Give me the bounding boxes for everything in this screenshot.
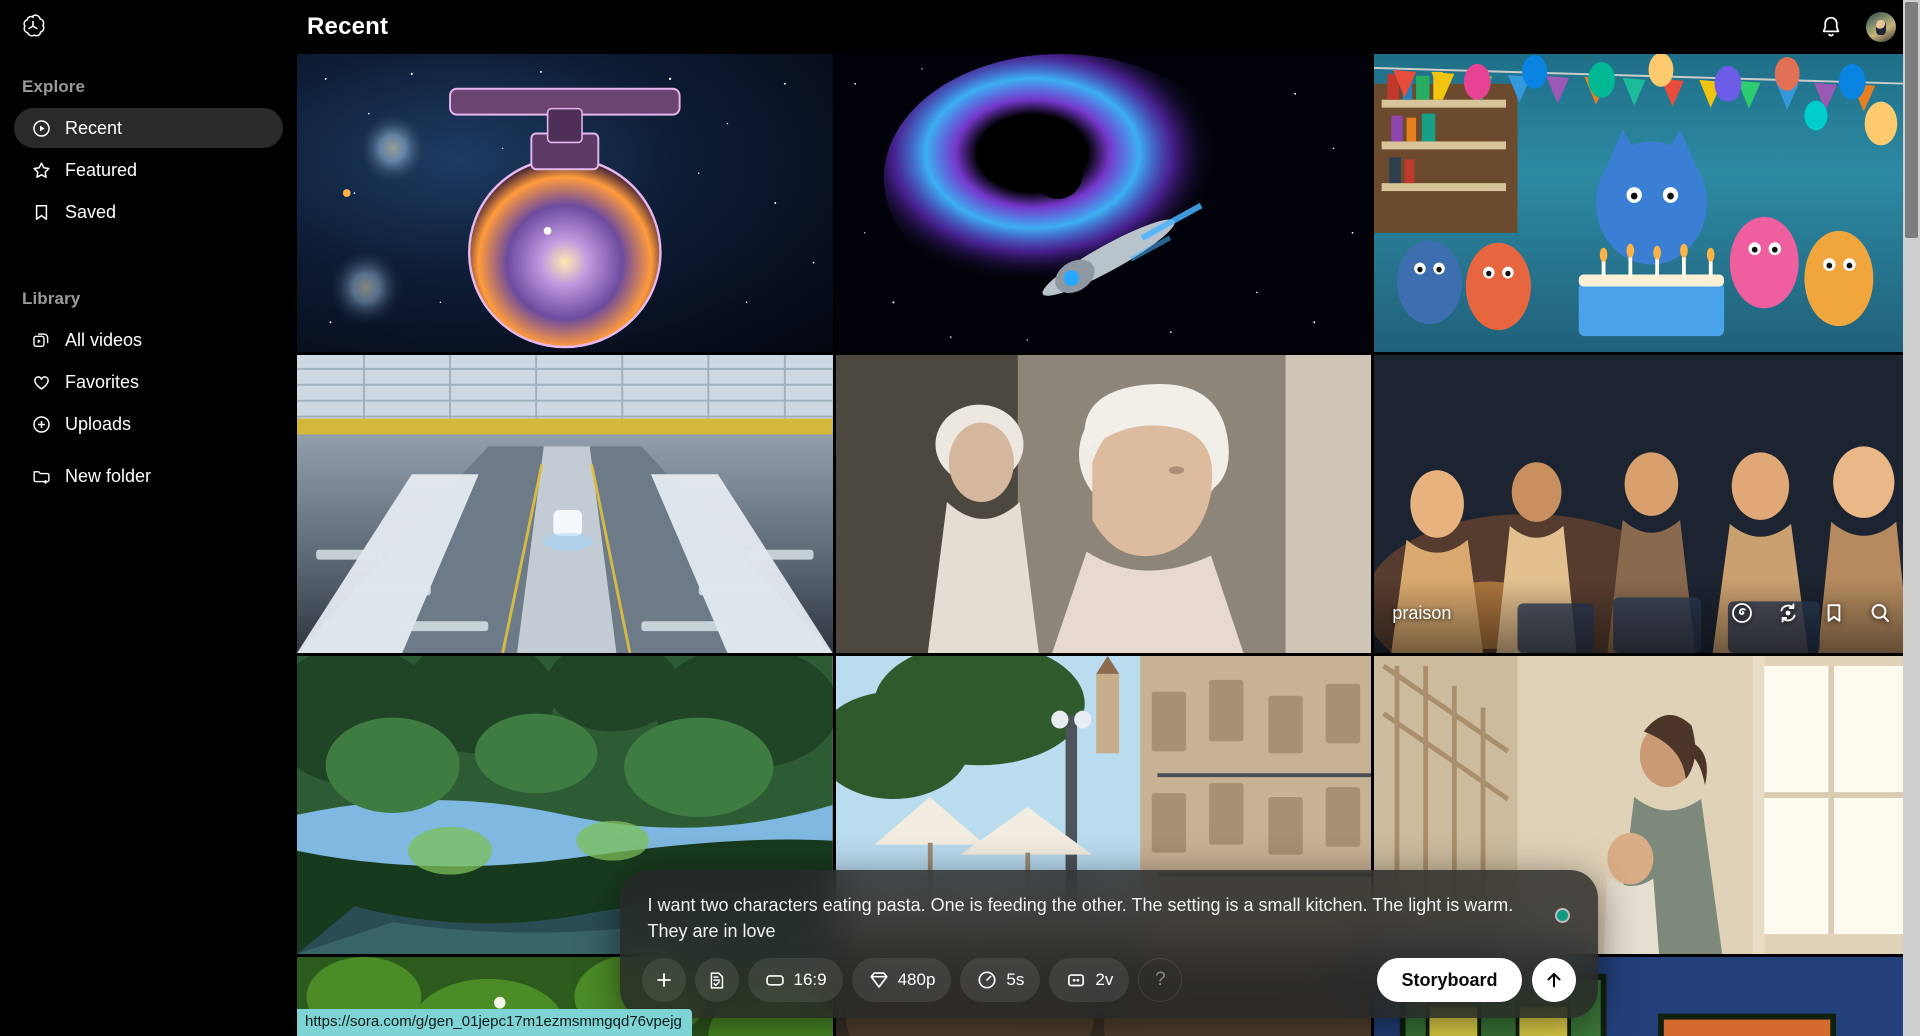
plus-circle-icon: [30, 413, 52, 435]
tile-5-art: [835, 355, 1372, 653]
composer-toolbar: 16:9 480p 5s 2v ? Storyboard: [641, 958, 1576, 1002]
prompt-presets-button[interactable]: [694, 958, 739, 1002]
resolution-label: 480p: [897, 970, 936, 989]
page-title: Recent: [307, 13, 389, 40]
sidebar-item-label: Recent: [65, 117, 123, 138]
bookmark-icon: [30, 201, 52, 223]
add-attachment-button[interactable]: [641, 958, 686, 1002]
top-bar: Recent: [297, 0, 1920, 54]
sidebar-group-library: Library All videos Favorites Uploads New…: [0, 284, 297, 496]
folder-plus-icon: [30, 465, 52, 487]
openai-logo-icon: [23, 14, 45, 37]
sidebar-item-label: Featured: [65, 159, 138, 180]
sidebar-item-favorites[interactable]: Favorites: [14, 362, 283, 402]
sidebar-item-label: Favorites: [65, 371, 140, 392]
sidebar-item-label: Saved: [65, 201, 117, 222]
heart-icon: [30, 371, 52, 393]
video-tile[interactable]: [1374, 54, 1910, 352]
bookmark-icon[interactable]: [1822, 601, 1846, 625]
sidebar-item-all-videos[interactable]: All videos: [14, 320, 283, 360]
variations-label: 2v: [1095, 970, 1114, 989]
tile-2-art: [835, 54, 1372, 352]
question-icon: ?: [1155, 969, 1166, 990]
tile-1-art: [297, 54, 833, 352]
video-tile[interactable]: [297, 54, 833, 352]
sidebar-item-label: Uploads: [65, 413, 132, 434]
video-tile[interactable]: [835, 355, 1372, 653]
aspect-ratio-button[interactable]: 16:9: [747, 958, 843, 1002]
resolution-button[interactable]: 480p: [851, 958, 952, 1002]
app-logo[interactable]: [0, 0, 297, 54]
sidebar-item-label: New folder: [65, 465, 152, 486]
aspect-ratio-label: 16:9: [793, 970, 827, 989]
play-circle-icon: [30, 117, 52, 139]
sidebar-group-label-explore: Explore: [22, 77, 86, 96]
main-content: Recent praison I want two characters eat…: [297, 0, 1920, 1036]
sidebar-item-recent[interactable]: Recent: [14, 108, 283, 148]
app-root: Explore Recent Featured Saved Library Al…: [0, 0, 1920, 1036]
prompt-input[interactable]: I want two characters eating pasta. One …: [648, 892, 1543, 944]
document-check-icon: [710, 971, 724, 989]
composer-actions: Storyboard: [1377, 958, 1576, 1002]
tile-4-art: [297, 355, 833, 653]
search-icon[interactable]: [1868, 601, 1892, 625]
sidebar-group-label-library: Library: [22, 289, 81, 308]
sidebar-group-explore: Explore Recent Featured Saved: [0, 72, 297, 232]
stopwatch-icon: [978, 971, 996, 989]
top-bar-actions: [1818, 12, 1896, 42]
scrollbar-thumb[interactable]: [1905, 2, 1918, 238]
video-tile[interactable]: [297, 355, 833, 653]
sidebar-item-saved[interactable]: Saved: [14, 192, 283, 232]
duration-label: 5s: [1006, 970, 1025, 989]
video-tile[interactable]: praison: [1374, 355, 1910, 653]
arrow-up-icon: [1546, 972, 1561, 988]
video-tile-overlay: praison: [1374, 579, 1910, 653]
avatar[interactable]: [1866, 12, 1896, 42]
remix-spiral-icon[interactable]: [1730, 601, 1754, 625]
storyboard-button[interactable]: Storyboard: [1377, 958, 1522, 1002]
video-tile[interactable]: [835, 54, 1372, 352]
variations-button[interactable]: 2v: [1049, 958, 1130, 1002]
submit-button[interactable]: [1531, 958, 1576, 1002]
sidebar-item-label: All videos: [65, 329, 143, 350]
prompt-composer: I want two characters eating pasta. One …: [619, 870, 1598, 1018]
video-tile-author: praison: [1392, 602, 1452, 623]
sidebar-item-new-folder[interactable]: New folder: [14, 456, 283, 496]
sidebar-item-featured[interactable]: Featured: [14, 150, 283, 190]
diamond-icon: [870, 972, 888, 988]
aspect-ratio-icon: [765, 975, 784, 986]
videos-stack-icon: [30, 329, 52, 351]
variations-icon: [1068, 974, 1085, 987]
duration-button[interactable]: 5s: [960, 958, 1041, 1002]
star-icon: [30, 159, 52, 181]
status-dot: [1554, 908, 1570, 923]
tile-3-art: [1374, 54, 1910, 352]
plus-icon: [656, 973, 671, 987]
sidebar: Explore Recent Featured Saved Library Al…: [0, 0, 297, 1036]
vertical-scrollbar[interactable]: [1903, 0, 1920, 1036]
help-button[interactable]: ?: [1138, 958, 1183, 1002]
bell-icon[interactable]: [1818, 14, 1844, 40]
sidebar-item-uploads[interactable]: Uploads: [14, 404, 283, 444]
status-bar-url: https://sora.com/g/gen_01jepc17m1ezmsmmg…: [297, 1009, 692, 1036]
video-tile-actions: [1730, 601, 1892, 625]
recycle-arrows-icon[interactable]: [1776, 601, 1800, 625]
prompt-row: I want two characters eating pasta. One …: [642, 892, 1576, 944]
